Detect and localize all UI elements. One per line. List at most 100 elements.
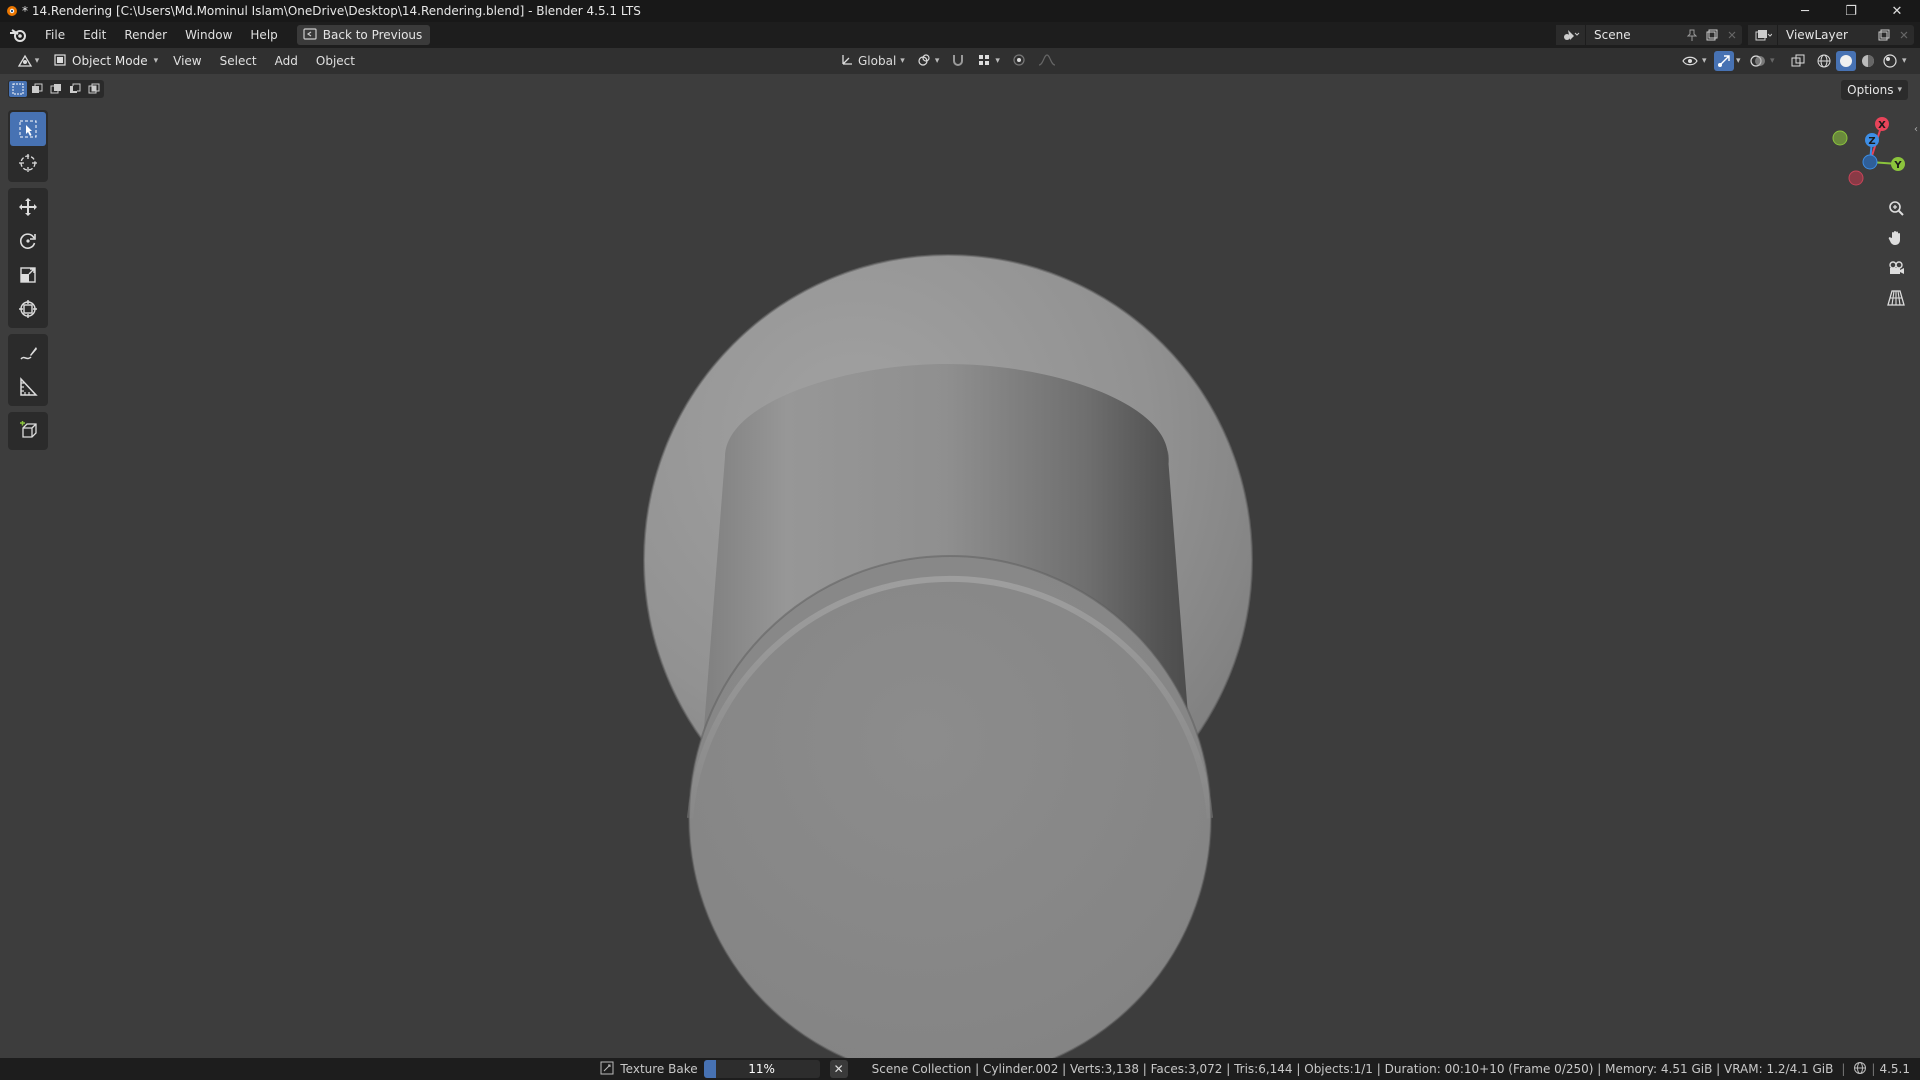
minimize-button[interactable]: ─: [1782, 0, 1828, 22]
pan-hand-icon[interactable]: [1882, 224, 1910, 252]
wireframe-shading-icon[interactable]: [1814, 51, 1834, 71]
proportional-editing-toggle[interactable]: [1008, 51, 1030, 71]
material-preview-shading-icon[interactable]: [1858, 51, 1878, 71]
annotate-tool-icon[interactable]: [10, 336, 46, 370]
progress-percent: 11%: [748, 1062, 775, 1076]
proportional-editing-icon: [1012, 53, 1026, 70]
scene-selector[interactable]: Scene: [1556, 25, 1742, 45]
pivot-point-dropdown[interactable]: ▾: [913, 51, 944, 71]
select-set-mode-icon[interactable]: [9, 81, 27, 97]
rendered-shading-icon[interactable]: [1880, 51, 1900, 71]
menu-render[interactable]: Render: [115, 22, 176, 48]
view-layer-selector[interactable]: ViewLayer: [1748, 25, 1914, 45]
gizmo-negative-y-icon[interactable]: [1832, 130, 1848, 146]
delete-view-layer-icon[interactable]: [1894, 25, 1914, 45]
close-icon: ✕: [833, 1062, 844, 1076]
rotate-tool-icon[interactable]: [10, 224, 46, 258]
scene-icon[interactable]: [1556, 25, 1586, 45]
close-window-button[interactable]: ✕: [1874, 0, 1920, 22]
select-intersect-mode-icon[interactable]: [85, 81, 103, 97]
network-icon: [1853, 1061, 1867, 1078]
gizmo-toggle-icon[interactable]: [1714, 51, 1734, 71]
solid-shading-icon[interactable]: [1836, 51, 1856, 71]
window-title: * 14.Rendering [C:\Users\Md.Mominul Isla…: [22, 4, 641, 18]
scale-tool-icon[interactable]: [10, 258, 46, 292]
maximize-button[interactable]: ❐: [1828, 0, 1874, 22]
snap-grid-icon: [977, 53, 991, 70]
cursor-tool-icon[interactable]: [10, 146, 46, 180]
proportional-falloff-dropdown[interactable]: [1034, 51, 1060, 71]
snap-toggle[interactable]: [947, 51, 969, 71]
xray-toggle-icon[interactable]: [1788, 51, 1808, 71]
transform-tool-icon[interactable]: [10, 292, 46, 326]
navigation-gizmo[interactable]: X Z Y: [1826, 110, 1906, 190]
texture-bake-icon: [600, 1061, 614, 1078]
view-layer-icon[interactable]: [1748, 25, 1778, 45]
select-invert-mode-icon[interactable]: [66, 81, 84, 97]
view-layer-name[interactable]: ViewLayer: [1778, 28, 1874, 42]
version-info: | 4.5.1: [1853, 1061, 1910, 1078]
select-extend-mode-icon[interactable]: [28, 81, 46, 97]
chevron-down-icon[interactable]: ▾: [1902, 56, 1914, 66]
back-to-previous-label: Back to Previous: [322, 28, 423, 42]
measure-tool-icon[interactable]: [10, 370, 46, 404]
selection-mode-group: [8, 80, 104, 98]
menu-select[interactable]: Select: [211, 54, 266, 68]
perspective-orthographic-icon[interactable]: [1882, 284, 1910, 312]
gizmo-z-label: Z: [1868, 136, 1875, 147]
falloff-curve-icon: [1038, 53, 1056, 70]
chevron-down-icon: ▾: [34, 56, 40, 66]
overlays-toggle-icon[interactable]: [1748, 51, 1768, 71]
tool-shelf: [8, 110, 48, 456]
pivot-icon: [917, 53, 931, 70]
mode-dropdown[interactable]: Object Mode ▾: [48, 51, 165, 71]
transform-orientation-label: Global: [858, 54, 897, 68]
transform-orientation-dropdown[interactable]: Global ▾: [836, 51, 909, 71]
menu-window[interactable]: Window: [176, 22, 241, 48]
zoom-icon[interactable]: [1882, 194, 1910, 222]
select-subtract-mode-icon[interactable]: [47, 81, 65, 97]
menu-file[interactable]: File: [36, 22, 74, 48]
cancel-job-button[interactable]: ✕: [829, 1060, 848, 1078]
chevron-down-icon[interactable]: ▾: [1736, 56, 1746, 66]
menu-view[interactable]: View: [164, 54, 210, 68]
scene-name[interactable]: Scene: [1586, 28, 1682, 42]
chevron-down-icon: ▾: [1897, 85, 1902, 95]
chevron-down-icon: ▾: [995, 56, 1000, 66]
selectability-visibility-icon[interactable]: [1680, 51, 1700, 71]
chevron-down-icon: ▾: [934, 56, 940, 66]
bake-progress-bar: 11%: [703, 1060, 820, 1078]
menu-edit[interactable]: Edit: [74, 22, 115, 48]
cylinder-object[interactable]: [0, 74, 1920, 1058]
menu-add[interactable]: Add: [266, 54, 307, 68]
pin-scene-icon[interactable]: [1682, 25, 1702, 45]
snap-target-dropdown[interactable]: ▾: [973, 51, 1004, 71]
new-scene-icon[interactable]: [1702, 25, 1722, 45]
gizmo-negative-x-icon[interactable]: [1848, 170, 1864, 186]
chevron-down-icon: ▾: [900, 56, 905, 66]
menu-object[interactable]: Object: [307, 54, 364, 68]
sidebar-toggle-arrow-icon[interactable]: ‹: [1914, 124, 1918, 135]
bake-job: Texture Bake 11% ✕: [600, 1060, 848, 1078]
select-box-tool-icon[interactable]: [10, 112, 46, 146]
3d-viewport[interactable]: [0, 74, 1920, 1058]
chevron-down-icon[interactable]: ▾: [1770, 56, 1780, 66]
options-label: Options: [1847, 83, 1894, 97]
move-tool-icon[interactable]: [10, 190, 46, 224]
chevron-down-icon: ▾: [153, 56, 159, 66]
editor-type-selector[interactable]: ▾: [8, 51, 48, 71]
blender-menu-icon[interactable]: [0, 22, 36, 48]
job-name: Texture Bake: [620, 1062, 698, 1076]
orientation-axes-icon: [840, 53, 854, 70]
delete-scene-icon[interactable]: [1722, 25, 1742, 45]
menu-help[interactable]: Help: [241, 22, 286, 48]
camera-view-icon[interactable]: [1882, 254, 1910, 282]
chevron-down-icon[interactable]: ▾: [1702, 56, 1712, 66]
add-cube-tool-icon[interactable]: [10, 414, 46, 448]
gizmo-negative-z-icon[interactable]: [1862, 154, 1878, 170]
blender-version: 4.5.1: [1879, 1062, 1910, 1076]
options-dropdown[interactable]: Options ▾: [1841, 80, 1908, 100]
back-to-previous-button[interactable]: Back to Previous: [296, 25, 431, 45]
new-view-layer-icon[interactable]: [1874, 25, 1894, 45]
mode-label: Object Mode: [72, 54, 148, 68]
